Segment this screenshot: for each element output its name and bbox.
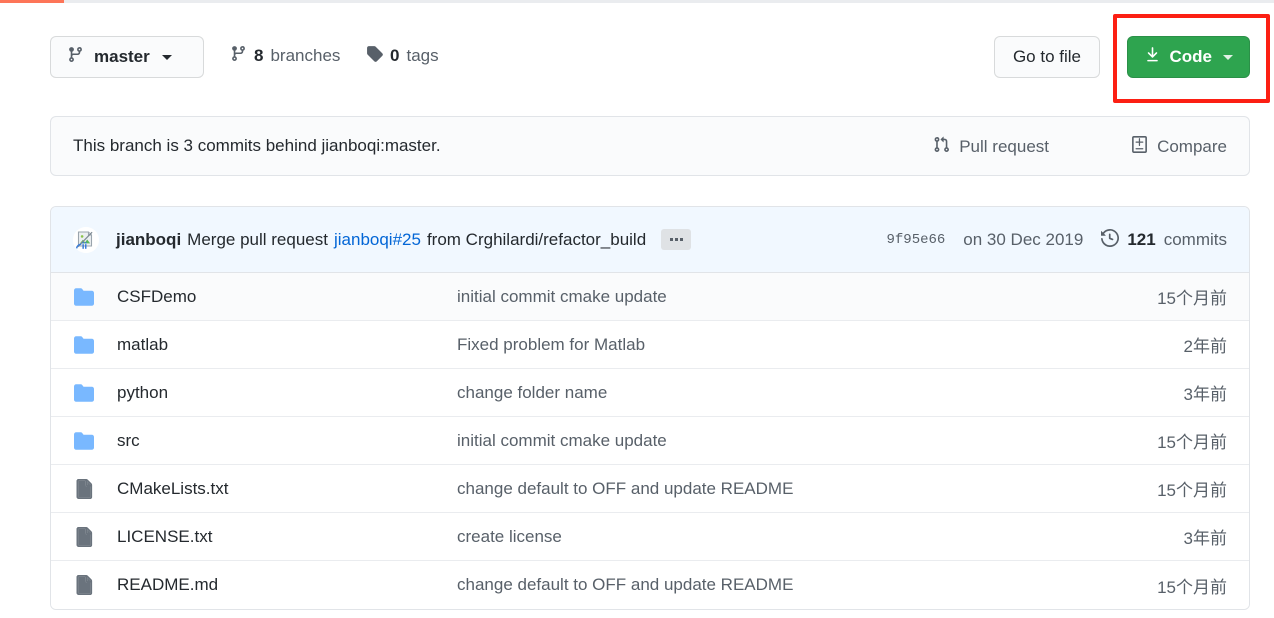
file-name-link[interactable]: python	[117, 383, 457, 403]
avatar[interactable]	[73, 226, 99, 253]
table-row: src initial commit cmake update 15个月前	[51, 417, 1249, 465]
commit-message: jianboqi Merge pull request jianboqi#25 …	[116, 229, 692, 250]
table-row: python change folder name 3年前	[51, 369, 1249, 417]
table-row: LICENSE.txt create license 3年前	[51, 513, 1249, 561]
file-commit-age: 15个月前	[1157, 577, 1227, 597]
commits-count-link[interactable]: 121 commits	[1101, 228, 1227, 252]
table-row: matlab Fixed problem for Matlab 2年前	[51, 321, 1249, 369]
file-commit-message-link[interactable]: change default to OFF and update README	[457, 479, 1249, 499]
file-name-link[interactable]: src	[117, 431, 457, 451]
branches-counter[interactable]: 8 branches	[230, 45, 340, 67]
file-commit-age: 3年前	[1183, 385, 1227, 404]
file-commit-message-link[interactable]: change folder name	[457, 383, 1249, 403]
page-load-progress-track	[0, 0, 1274, 3]
file-name-link[interactable]: README.md	[117, 575, 457, 595]
file-icon	[73, 526, 95, 547]
file-commit-message-link[interactable]: initial commit cmake update	[457, 287, 1249, 307]
file-rows-container: CSFDemo initial commit cmake update 15个月前 m…	[51, 273, 1249, 609]
table-row: README.md change default to OFF and updat…	[51, 561, 1249, 609]
file-icon	[73, 478, 95, 499]
file-commit-age: 3年前	[1183, 529, 1227, 548]
git-branch-icon	[230, 45, 247, 67]
commit-sha-link[interactable]: 9f95e66	[886, 232, 945, 248]
file-commit-message-link[interactable]: Fixed problem for Matlab	[457, 335, 1249, 355]
table-row: CSFDemo initial commit cmake update 15个月前	[51, 273, 1249, 321]
folder-icon	[73, 287, 95, 307]
chevron-down-icon	[161, 54, 172, 60]
commit-message-prefix: Merge pull request	[187, 229, 328, 249]
commit-pr-link[interactable]: jianboqi#25	[334, 230, 421, 250]
go-to-file-button[interactable]: Go to file	[993, 36, 1100, 78]
ellipsis-dot	[669, 238, 673, 241]
chevron-down-icon	[1223, 54, 1233, 60]
tag-icon	[366, 45, 383, 67]
code-button-label: Code	[1169, 47, 1213, 66]
ellipsis-dot	[679, 238, 683, 241]
file-commit-age: 15个月前	[1157, 433, 1227, 452]
branch-name-label: master	[94, 47, 150, 66]
git-pull-request-icon	[933, 136, 950, 158]
branch-selector-button[interactable]: master	[50, 36, 204, 78]
tags-counter[interactable]: 0 tags	[366, 45, 439, 67]
latest-commit-header: jianboqi Merge pull request jianboqi#25 …	[51, 207, 1249, 273]
commits-label: commits	[1163, 230, 1227, 249]
compare-label: Compare	[1157, 137, 1227, 156]
commit-message-suffix: from Crghilardi/refactor_build	[426, 229, 647, 249]
file-name-link[interactable]: CSFDemo	[117, 287, 457, 307]
folder-icon	[73, 335, 95, 355]
file-name-link[interactable]: LICENSE.txt	[117, 527, 457, 547]
branches-label: branches	[270, 46, 341, 65]
file-commit-age: 15个月前	[1157, 481, 1227, 500]
commit-author-link[interactable]: jianboqi	[116, 230, 181, 250]
history-icon	[1101, 228, 1120, 252]
page-load-progress-fill	[0, 0, 64, 3]
branches-count: 8	[254, 46, 264, 65]
tags-count: 0	[390, 46, 400, 65]
file-commit-message-link[interactable]: change default to OFF and update README	[457, 575, 1249, 595]
branch-status-bar: This branch is 3 commits behind jianboqi…	[50, 116, 1250, 176]
code-button[interactable]: Code	[1126, 36, 1250, 78]
compare-button[interactable]: Compare	[1131, 136, 1227, 158]
diff-icon	[1131, 136, 1148, 158]
commit-metadata: 9f95e66 on 30 Dec 2019 121 commits	[886, 207, 1227, 273]
file-name-link[interactable]: matlab	[117, 335, 457, 355]
file-icon	[73, 575, 95, 595]
file-listing-table: jianboqi Merge pull request jianboqi#25 …	[50, 206, 1250, 610]
commit-date: on 30 Dec 2019	[963, 230, 1084, 249]
folder-icon	[73, 431, 95, 451]
table-row: CMakeLists.txt change default to OFF and …	[51, 465, 1249, 513]
commits-count: 121	[1127, 230, 1156, 249]
branch-status-text: This branch is 3 commits behind jianboqi…	[73, 136, 441, 155]
pull-request-label: Pull request	[959, 137, 1049, 156]
branch-toolbar: master 8 branches 0 tags Go to file Code	[50, 36, 1250, 82]
folder-icon	[73, 383, 95, 403]
file-commit-age: 2年前	[1183, 337, 1227, 356]
ellipsis-dot	[674, 238, 678, 241]
file-commit-message-link[interactable]: create license	[457, 527, 1249, 547]
file-name-link[interactable]: CMakeLists.txt	[117, 479, 457, 499]
expand-commit-message-button[interactable]	[661, 229, 692, 250]
file-commit-message-link[interactable]: initial commit cmake update	[457, 431, 1249, 451]
git-branch-icon	[67, 46, 84, 68]
tags-label: tags	[406, 46, 439, 65]
file-commit-age: 15个月前	[1157, 289, 1227, 308]
download-icon	[1144, 46, 1161, 68]
pull-request-button[interactable]: Pull request	[933, 136, 1049, 158]
